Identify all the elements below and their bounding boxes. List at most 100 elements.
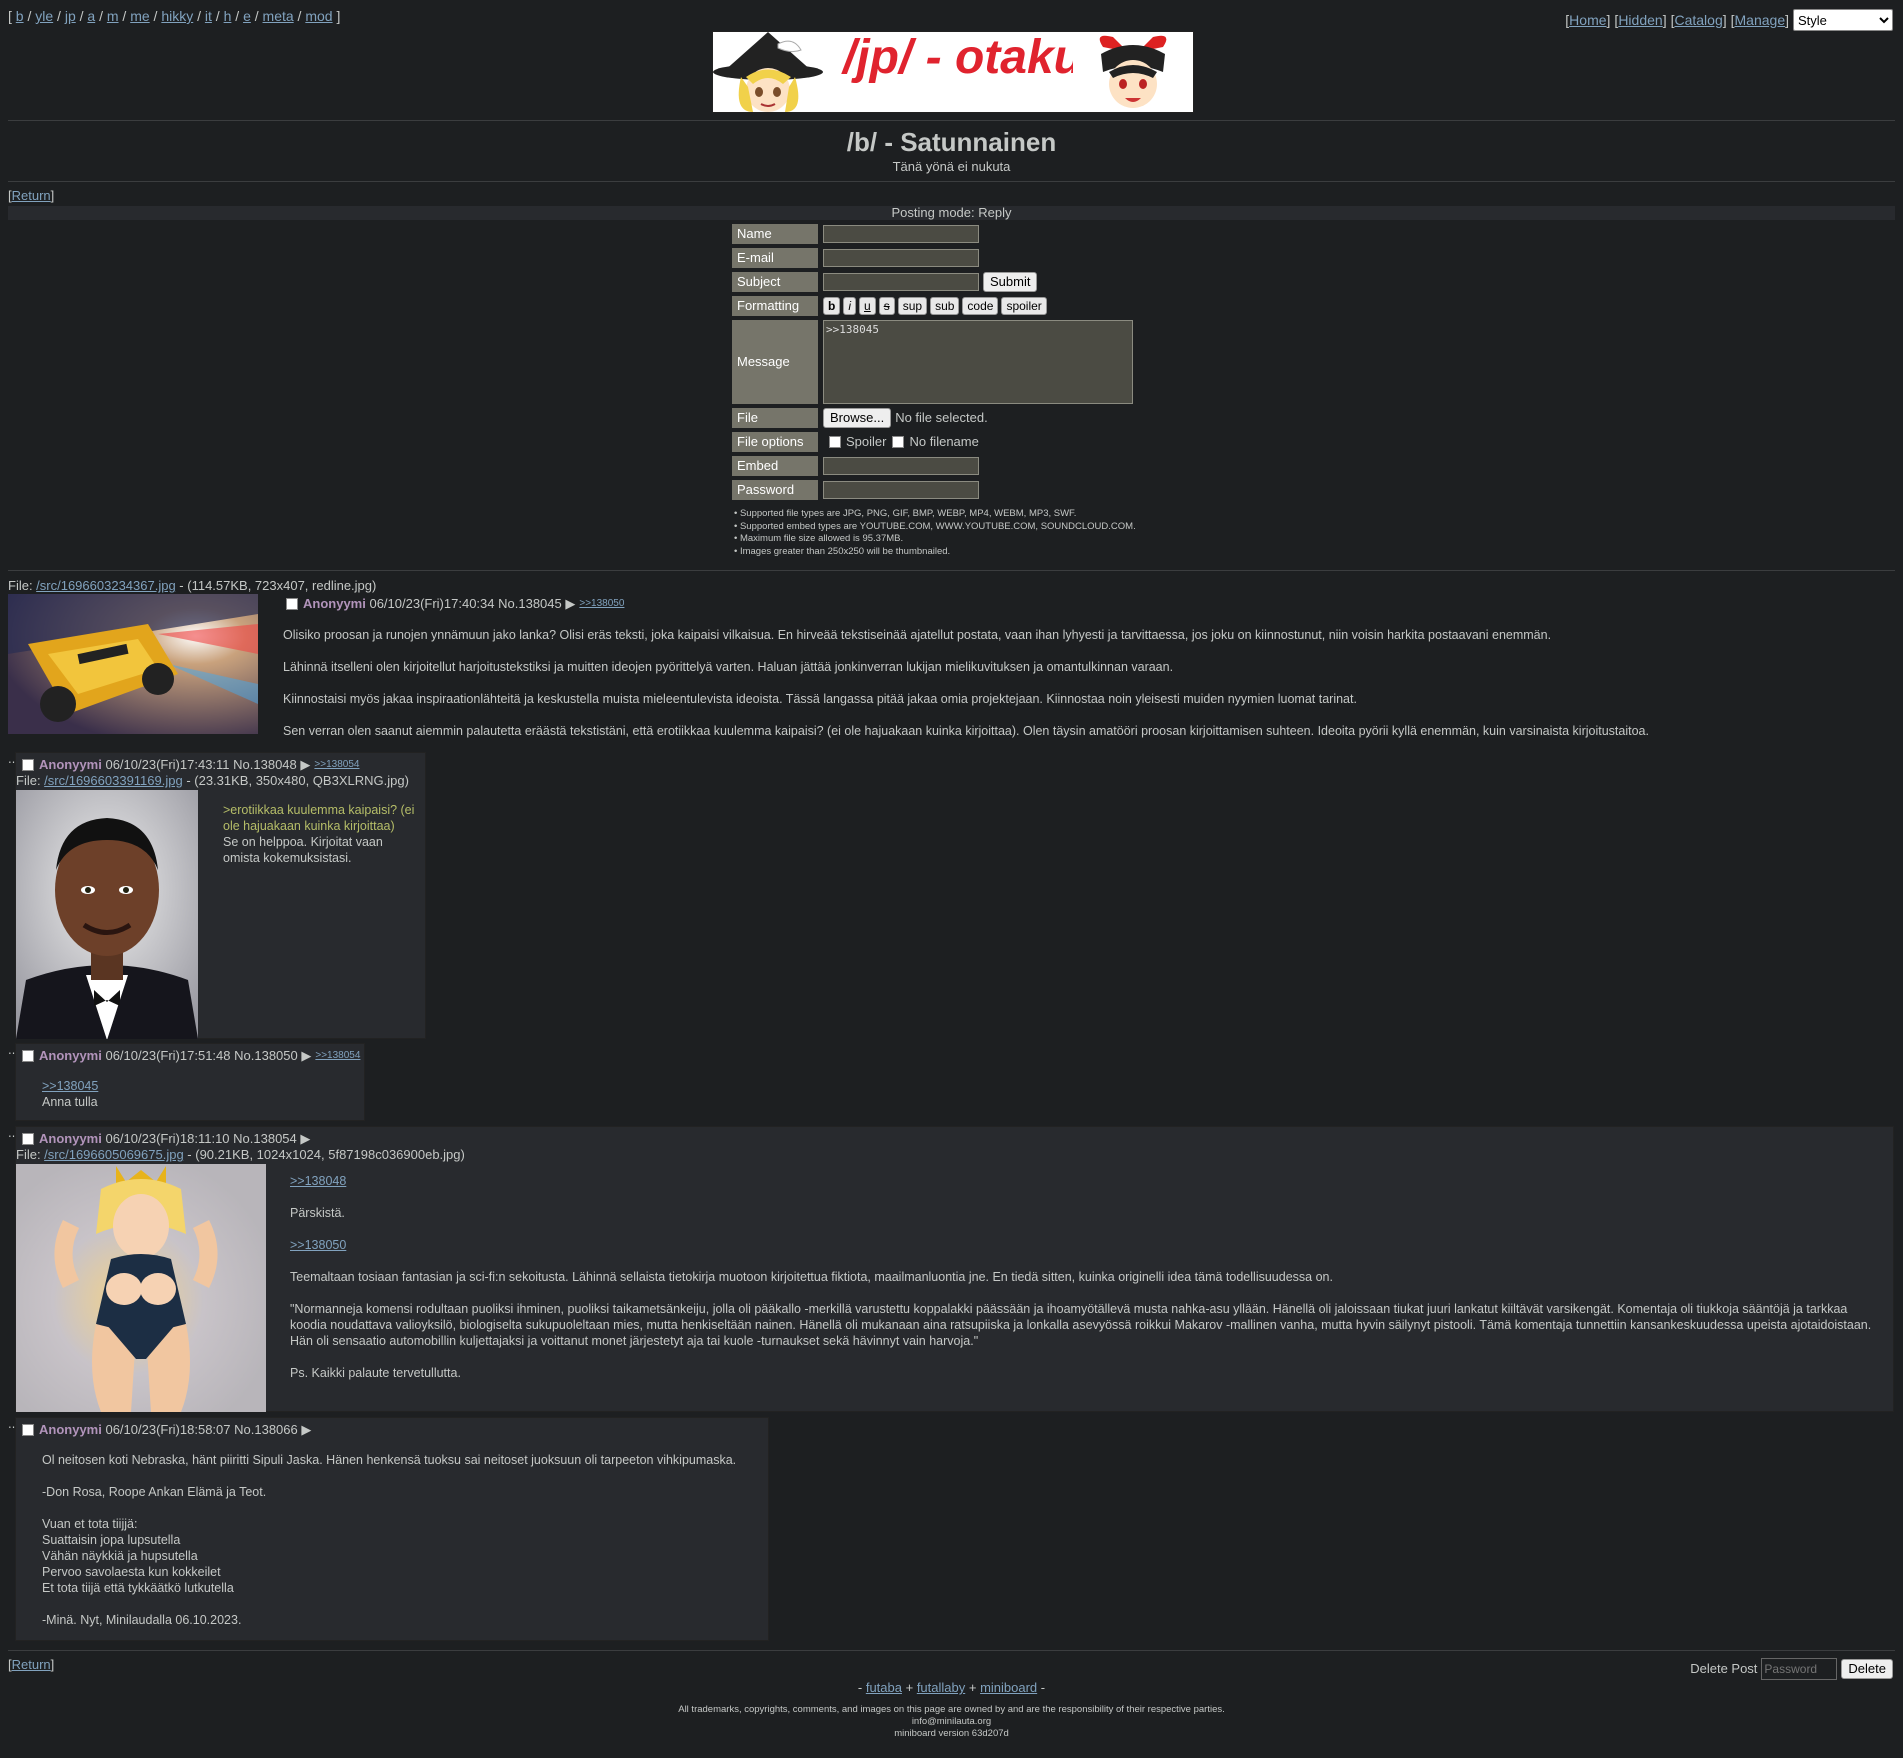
op-thumbnail[interactable] [8, 594, 258, 734]
embed-label: Embed [732, 456, 818, 476]
post-menu-icon[interactable]: ▶ [565, 596, 575, 612]
reply-backlink[interactable]: >>138054 [314, 757, 359, 773]
op-message: Olisiko proosan ja runojen ynnämuun jako… [283, 627, 1883, 739]
spoiler-button[interactable]: spoiler [1001, 297, 1047, 315]
underline-button[interactable]: u [859, 297, 876, 315]
quote-link[interactable]: >>138050 [290, 1238, 346, 1252]
reply-poster-name: Anonyymi [39, 757, 102, 772]
reply-date: 06/10/23(Fri)18:11:10 [105, 1131, 230, 1146]
board-link-m[interactable]: m [107, 8, 119, 24]
reply-poster-name: Anonyymi [39, 1131, 102, 1146]
board-link-meta[interactable]: meta [263, 8, 294, 24]
subject-input[interactable] [823, 273, 979, 291]
return-bottom: [Return] [8, 1657, 55, 1672]
op-select-checkbox[interactable] [286, 598, 298, 610]
posting-mode-bar: Posting mode: Reply [8, 206, 1895, 220]
board-link-b[interactable]: b [16, 8, 24, 24]
reply-post-number[interactable]: No.138048 [233, 757, 297, 773]
op-post-number[interactable]: No.138045 [498, 596, 562, 612]
quote-link[interactable]: >>138045 [42, 1079, 98, 1093]
reply-backlink[interactable]: >>138054 [315, 1048, 360, 1064]
quote-link[interactable]: >>138048 [290, 1174, 346, 1188]
reimu-illustration [1073, 32, 1193, 112]
divider [8, 1650, 1895, 1651]
reply-post-number[interactable]: No.138050 [234, 1048, 298, 1064]
reply-post: Anonyymi 06/10/23(Fri)17:51:48 No.138050… [15, 1043, 365, 1121]
browse-button[interactable]: Browse... [823, 408, 892, 428]
hidden-link[interactable]: Hidden [1618, 12, 1662, 28]
home-link[interactable]: Home [1569, 12, 1606, 28]
return-link[interactable]: Return [12, 188, 51, 203]
rule-item: Supported embed types are YOUTUBE.COM, W… [734, 521, 1136, 534]
bold-button[interactable]: b [823, 297, 841, 315]
reply-post-number[interactable]: No.138054 [233, 1131, 297, 1147]
spoiler-checkbox-label: Spoiler [846, 434, 887, 449]
strike-button[interactable]: s [878, 297, 895, 315]
futallaby-link[interactable]: futallaby [917, 1680, 965, 1695]
style-select[interactable]: Style [1793, 9, 1893, 31]
board-link-it[interactable]: it [205, 8, 212, 24]
manage-link[interactable]: Manage [1735, 12, 1786, 28]
reply-text: Et tota tiijä että tykkäätkö lutkutella [42, 1581, 234, 1595]
post-menu-icon[interactable]: ▶ [300, 1131, 310, 1147]
board-subtitle: Tänä yönä ei nukuta [892, 159, 1011, 174]
reply-text: "Normanneja komensi rodultaan puoliksi i… [290, 1302, 1872, 1348]
reply-text: Ps. Kaikki palaute tervetullutta. [290, 1366, 461, 1380]
sub-button[interactable]: sub [930, 297, 960, 315]
op-paragraph: Sen verran olen saanut aiemmin palautett… [283, 724, 1649, 738]
board-link-me[interactable]: me [130, 8, 149, 24]
reply-select-checkbox[interactable] [22, 1133, 34, 1145]
embed-input[interactable] [823, 457, 979, 475]
reply-thumbnail[interactable] [16, 790, 198, 1039]
email-input[interactable] [823, 249, 979, 267]
message-textarea[interactable]: >>138045 [823, 320, 1133, 404]
file-options-label: File options [732, 432, 818, 452]
reply-date: 06/10/23(Fri)17:43:11 [105, 757, 230, 772]
rule-item: Supported file types are JPG, PNG, GIF, … [734, 508, 1136, 521]
submit-button[interactable]: Submit [983, 272, 1038, 292]
return-link[interactable]: Return [12, 1657, 51, 1672]
reply-thumbnail[interactable] [16, 1164, 266, 1412]
post-menu-icon[interactable]: ▶ [300, 757, 310, 773]
reply-file-link[interactable]: /src/1696603391169.jpg [44, 773, 183, 788]
spoiler-checkbox[interactable] [829, 436, 841, 448]
op-backlink[interactable]: >>138050 [579, 596, 624, 612]
reply-post-number[interactable]: No.138066 [234, 1422, 298, 1438]
op-file-link[interactable]: /src/1696603234367.jpg [36, 578, 176, 593]
miniboard-link[interactable]: miniboard [980, 1680, 1037, 1695]
reply-date: 06/10/23(Fri)18:58:07 [105, 1422, 231, 1437]
contact-email: info@minilauta.org [911, 1716, 992, 1727]
reply-select-checkbox[interactable] [22, 1424, 34, 1436]
code-button[interactable]: code [962, 297, 999, 315]
reply-header: Anonyymi 06/10/23(Fri)17:51:48 No.138050… [22, 1048, 360, 1064]
board-link-jp[interactable]: jp [65, 8, 76, 24]
board-link-e[interactable]: e [243, 8, 251, 24]
name-input[interactable] [823, 225, 979, 243]
reply-select-checkbox[interactable] [22, 1050, 34, 1062]
post-menu-icon[interactable]: ▶ [301, 1422, 311, 1438]
reply-select-checkbox[interactable] [22, 759, 34, 771]
delete-button[interactable]: Delete [1841, 1659, 1893, 1679]
futaba-link[interactable]: futaba [866, 1680, 902, 1695]
site-navigation: [Home] [Hidden] [Catalog] [Manage] Style [1565, 9, 1893, 31]
board-link-h[interactable]: h [224, 8, 232, 24]
catalog-link[interactable]: Catalog [1674, 12, 1722, 28]
rule-item: Images greater than 250x250 will be thum… [734, 546, 1136, 559]
board-link-a[interactable]: a [87, 8, 95, 24]
divider [8, 181, 1895, 182]
reply-message: >>138048 Pärskistä. >>138050 Teemaltaan … [290, 1173, 1880, 1381]
reply-post: Anonyymi 06/10/23(Fri)18:11:10 No.138054… [15, 1126, 1894, 1412]
post-menu-icon[interactable]: ▶ [301, 1048, 311, 1064]
reply-file-link[interactable]: /src/1696605069675.jpg [44, 1147, 184, 1162]
board-link-yle[interactable]: yle [35, 8, 53, 24]
delete-password-input[interactable] [1761, 1658, 1838, 1680]
no-filename-checkbox[interactable] [892, 436, 905, 448]
italic-button[interactable]: i [843, 297, 857, 315]
op-file-info: File: /src/1696603234367.jpg - (114.57KB… [8, 578, 377, 593]
op-poster-name: Anonyymi [303, 596, 366, 611]
sup-button[interactable]: sup [897, 297, 928, 315]
reply-text: Pervoo savolaesta kun kokkeilet [42, 1565, 221, 1579]
board-link-hikky[interactable]: hikky [161, 8, 193, 24]
board-link-mod[interactable]: mod [305, 8, 332, 24]
password-input[interactable] [823, 481, 979, 499]
